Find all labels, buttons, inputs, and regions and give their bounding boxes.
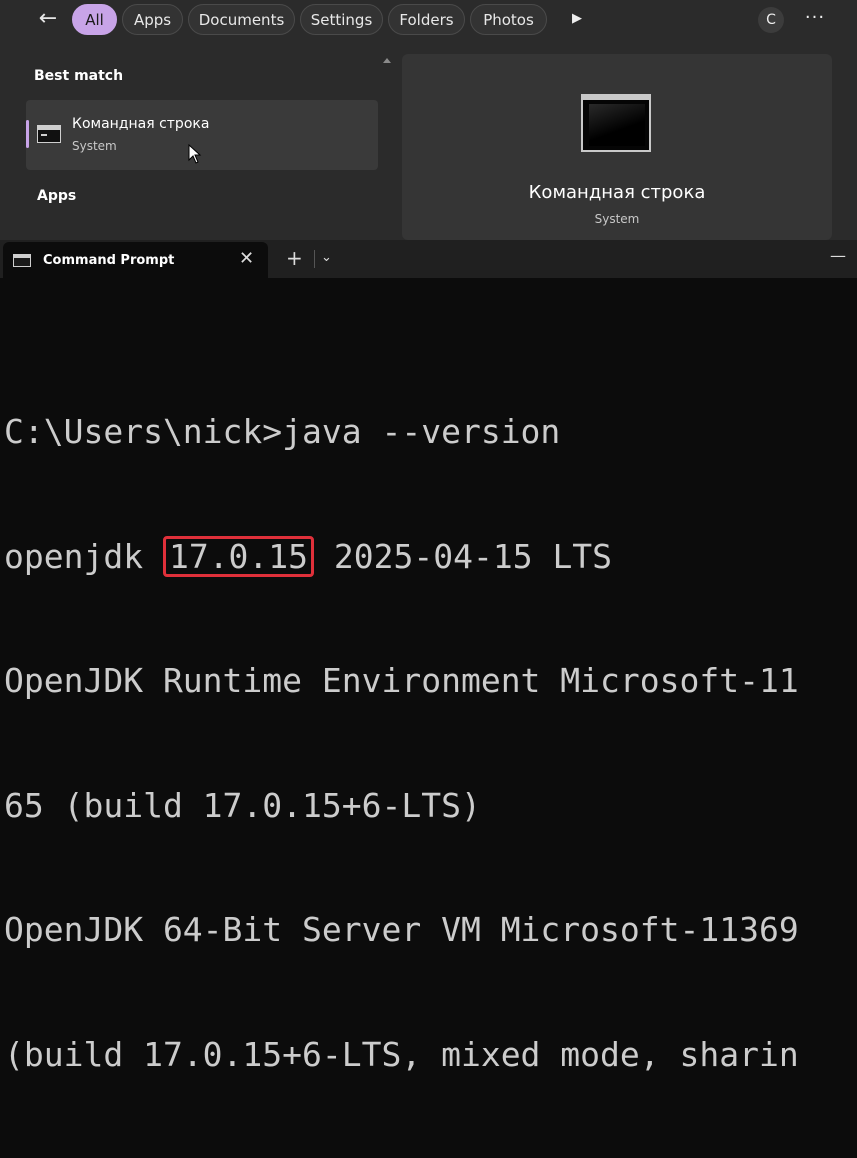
terminal-tab-bar: Command Prompt ✕ + ⌄ — <box>0 240 857 278</box>
avatar[interactable]: C <box>758 7 784 33</box>
console-text: openjdk <box>4 536 163 576</box>
mouse-cursor-icon <box>188 144 202 164</box>
preview-pane: Командная строка System <box>402 54 832 240</box>
filter-documents[interactable]: Documents <box>188 4 295 35</box>
best-match-heading: Best match <box>34 68 124 84</box>
preview-subtitle: System <box>594 212 640 226</box>
tab-divider <box>314 250 315 268</box>
command-prompt-icon <box>37 125 61 143</box>
filter-bar: ← All Apps Documents Settings Folders Ph… <box>0 0 857 40</box>
console-line: (build 17.0.15+6-LTS, mixed mode, sharin <box>4 1034 799 1074</box>
best-match-item[interactable]: Командная строка System <box>26 100 378 170</box>
console-line: OpenJDK 64-Bit Server VM Microsoft-11369 <box>4 910 799 949</box>
console-line: openjdk 17.0.15 2025-04-15 LTS <box>4 535 857 578</box>
tab-command-prompt[interactable]: Command Prompt ✕ <box>3 242 268 278</box>
back-arrow-icon[interactable]: ← <box>34 6 62 34</box>
close-icon[interactable]: ✕ <box>239 248 254 270</box>
search-results: Best match Командная строка System Apps <box>26 56 378 240</box>
best-match-subtitle: System <box>72 139 117 153</box>
terminal-window: Command Prompt ✕ + ⌄ — C:\Users\nick>jav… <box>0 240 857 1074</box>
filter-all[interactable]: All <box>72 4 117 35</box>
filter-photos[interactable]: Photos <box>470 4 547 35</box>
search-flyout: ← All Apps Documents Settings Folders Ph… <box>0 0 857 240</box>
minimize-button[interactable]: — <box>830 246 846 266</box>
filter-settings[interactable]: Settings <box>300 4 383 35</box>
version-highlight: 17.0.15 <box>162 535 315 577</box>
preview-title: Командная строка <box>528 182 706 203</box>
apps-heading: Apps <box>37 188 77 204</box>
new-tab-button[interactable]: + <box>286 246 303 270</box>
console-output: C:\Users\nick>java --version openjdk 17.… <box>4 328 857 1158</box>
results-scrollbar[interactable] <box>380 56 394 240</box>
play-icon[interactable]: ▶ <box>566 8 588 30</box>
console-text: 2025-04-15 LTS <box>314 536 613 576</box>
command-prompt-large-icon <box>581 94 651 152</box>
best-match-title: Командная строка <box>72 116 210 132</box>
tab-title: Command Prompt <box>43 253 175 268</box>
console-line: 65 (build 17.0.15+6-LTS) <box>4 785 481 825</box>
filter-apps[interactable]: Apps <box>122 4 183 35</box>
console-line: OpenJDK Runtime Environment Microsoft-11 <box>4 661 799 700</box>
scroll-up-arrow-icon[interactable] <box>383 58 391 63</box>
filter-folders[interactable]: Folders <box>388 4 465 35</box>
more-options-icon[interactable]: ··· <box>802 6 828 32</box>
chevron-down-icon[interactable]: ⌄ <box>321 248 332 268</box>
selection-indicator <box>26 120 29 148</box>
command-prompt-tab-icon <box>13 254 31 267</box>
console-line: C:\Users\nick>java --version <box>4 412 561 451</box>
